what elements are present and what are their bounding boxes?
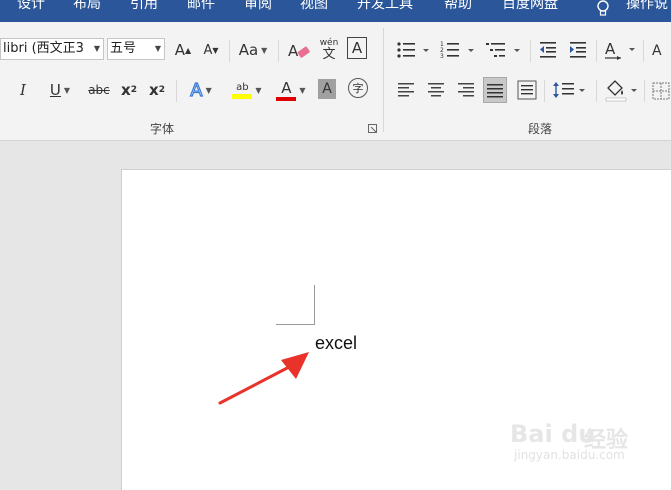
baidu-watermark: Bai du 经验 jingyan.baidu.com bbox=[500, 400, 670, 475]
watermark-logo: Bai du bbox=[510, 420, 596, 448]
watermark-url: jingyan.baidu.com bbox=[514, 448, 625, 462]
